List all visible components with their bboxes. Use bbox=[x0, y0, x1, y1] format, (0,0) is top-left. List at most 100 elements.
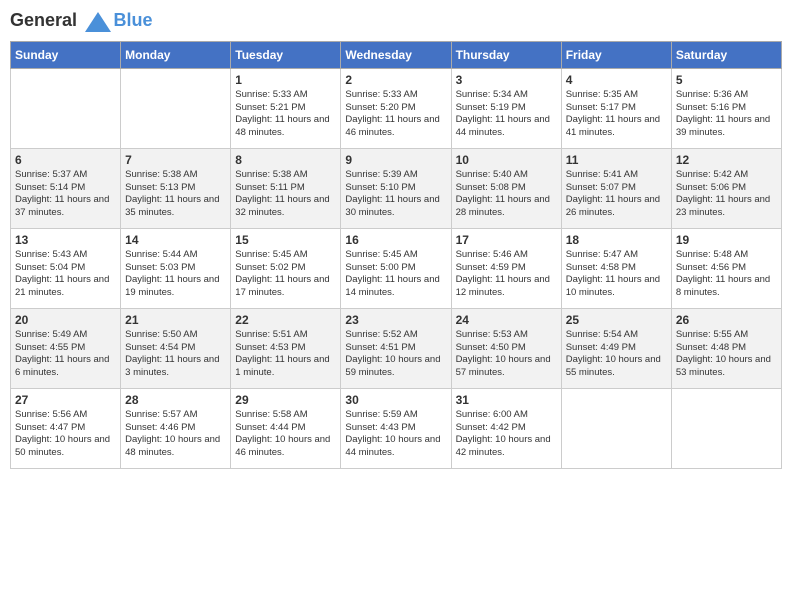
logo-triangle-icon bbox=[84, 11, 112, 33]
calendar-cell: 24 Sunrise: 5:53 AMSunset: 4:50 PMDayligh… bbox=[451, 308, 561, 388]
header-day-wednesday: Wednesday bbox=[341, 41, 451, 68]
cell-details: Sunrise: 5:54 AMSunset: 4:49 PMDaylight:… bbox=[566, 329, 667, 380]
calendar-cell: 17 Sunrise: 5:46 AMSunset: 4:59 PMDayligh… bbox=[451, 228, 561, 308]
cell-details: Sunrise: 5:45 AMSunset: 5:00 PMDaylight:… bbox=[345, 249, 446, 300]
calendar-cell: 14 Sunrise: 5:44 AMSunset: 5:03 PMDayligh… bbox=[121, 228, 231, 308]
day-number: 28 bbox=[125, 393, 226, 407]
day-number: 31 bbox=[456, 393, 557, 407]
day-number: 17 bbox=[456, 233, 557, 247]
day-number: 7 bbox=[125, 153, 226, 167]
header-day-tuesday: Tuesday bbox=[231, 41, 341, 68]
cell-details: Sunrise: 5:55 AMSunset: 4:48 PMDaylight:… bbox=[676, 329, 777, 380]
calendar-week-row: 1Sunrise: 5:33 AMSunset: 5:21 PMDaylight… bbox=[11, 68, 782, 148]
calendar-week-row: 20 Sunrise: 5:49 AMSunset: 4:55 PMDayligh… bbox=[11, 308, 782, 388]
calendar-cell: 12 Sunrise: 5:42 AMSunset: 5:06 PMDayligh… bbox=[671, 148, 781, 228]
cell-details: Sunrise: 5:37 AMSunset: 5:14 PMDaylight:… bbox=[15, 169, 116, 220]
calendar-cell: 28 Sunrise: 5:57 AMSunset: 4:46 PMDayligh… bbox=[121, 388, 231, 468]
day-number: 18 bbox=[566, 233, 667, 247]
header-day-thursday: Thursday bbox=[451, 41, 561, 68]
calendar-cell: 21 Sunrise: 5:50 AMSunset: 4:54 PMDayligh… bbox=[121, 308, 231, 388]
cell-details: Sunrise: 5:42 AMSunset: 5:06 PMDaylight:… bbox=[676, 169, 777, 220]
cell-details: Sunrise: 5:56 AMSunset: 4:47 PMDaylight:… bbox=[15, 409, 116, 460]
day-number: 2 bbox=[345, 73, 446, 87]
calendar-cell: 25 Sunrise: 5:54 AMSunset: 4:49 PMDayligh… bbox=[561, 308, 671, 388]
calendar-cell: 31 Sunrise: 6:00 AMSunset: 4:42 PMDayligh… bbox=[451, 388, 561, 468]
cell-details: Sunrise: 5:35 AMSunset: 5:17 PMDaylight:… bbox=[566, 89, 667, 140]
calendar-cell: 11Sunrise: 5:41 AMSunset: 5:07 PMDayligh… bbox=[561, 148, 671, 228]
day-number: 25 bbox=[566, 313, 667, 327]
cell-details: Sunrise: 5:50 AMSunset: 4:54 PMDaylight:… bbox=[125, 329, 226, 380]
day-number: 5 bbox=[676, 73, 777, 87]
day-number: 21 bbox=[125, 313, 226, 327]
cell-details: Sunrise: 5:46 AMSunset: 4:59 PMDaylight:… bbox=[456, 249, 557, 300]
day-number: 20 bbox=[15, 313, 116, 327]
day-number: 12 bbox=[676, 153, 777, 167]
cell-details: Sunrise: 5:39 AMSunset: 5:10 PMDaylight:… bbox=[345, 169, 446, 220]
calendar-cell: 15 Sunrise: 5:45 AMSunset: 5:02 PMDayligh… bbox=[231, 228, 341, 308]
header-day-friday: Friday bbox=[561, 41, 671, 68]
day-number: 30 bbox=[345, 393, 446, 407]
cell-details: Sunrise: 5:52 AMSunset: 4:51 PMDaylight:… bbox=[345, 329, 446, 380]
calendar-cell: 4 Sunrise: 5:35 AMSunset: 5:17 PMDaylight… bbox=[561, 68, 671, 148]
day-number: 24 bbox=[456, 313, 557, 327]
calendar-cell: 13 Sunrise: 5:43 AMSunset: 5:04 PMDayligh… bbox=[11, 228, 121, 308]
day-number: 29 bbox=[235, 393, 336, 407]
calendar-cell: 3 Sunrise: 5:34 AMSunset: 5:19 PMDaylight… bbox=[451, 68, 561, 148]
cell-details: Sunrise: 5:33 AMSunset: 5:21 PMDaylight:… bbox=[235, 89, 336, 140]
calendar-cell: 10Sunrise: 5:40 AMSunset: 5:08 PMDayligh… bbox=[451, 148, 561, 228]
calendar-cell: 22Sunrise: 5:51 AMSunset: 4:53 PMDayligh… bbox=[231, 308, 341, 388]
cell-details: Sunrise: 5:43 AMSunset: 5:04 PMDaylight:… bbox=[15, 249, 116, 300]
day-number: 11 bbox=[566, 153, 667, 167]
cell-details: Sunrise: 5:45 AMSunset: 5:02 PMDaylight:… bbox=[235, 249, 336, 300]
day-number: 23 bbox=[345, 313, 446, 327]
calendar-cell bbox=[121, 68, 231, 148]
day-number: 4 bbox=[566, 73, 667, 87]
day-number: 14 bbox=[125, 233, 226, 247]
day-number: 6 bbox=[15, 153, 116, 167]
calendar-cell bbox=[561, 388, 671, 468]
header-day-monday: Monday bbox=[121, 41, 231, 68]
cell-details: Sunrise: 5:38 AMSunset: 5:11 PMDaylight:… bbox=[235, 169, 336, 220]
logo: General Blue bbox=[10, 10, 153, 33]
cell-details: Sunrise: 5:48 AMSunset: 4:56 PMDaylight:… bbox=[676, 249, 777, 300]
cell-details: Sunrise: 6:00 AMSunset: 4:42 PMDaylight:… bbox=[456, 409, 557, 460]
day-number: 26 bbox=[676, 313, 777, 327]
header-day-sunday: Sunday bbox=[11, 41, 121, 68]
calendar-header-row: SundayMondayTuesdayWednesdayThursdayFrid… bbox=[11, 41, 782, 68]
cell-details: Sunrise: 5:53 AMSunset: 4:50 PMDaylight:… bbox=[456, 329, 557, 380]
calendar-week-row: 13 Sunrise: 5:43 AMSunset: 5:04 PMDayligh… bbox=[11, 228, 782, 308]
header-day-saturday: Saturday bbox=[671, 41, 781, 68]
calendar-cell: 5Sunrise: 5:36 AMSunset: 5:16 PMDaylight… bbox=[671, 68, 781, 148]
calendar-week-row: 6 Sunrise: 5:37 AMSunset: 5:14 PMDaylight… bbox=[11, 148, 782, 228]
day-number: 19 bbox=[676, 233, 777, 247]
cell-details: Sunrise: 5:44 AMSunset: 5:03 PMDaylight:… bbox=[125, 249, 226, 300]
page-header: General Blue bbox=[10, 10, 782, 33]
cell-details: Sunrise: 5:58 AMSunset: 4:44 PMDaylight:… bbox=[235, 409, 336, 460]
cell-details: Sunrise: 5:38 AMSunset: 5:13 PMDaylight:… bbox=[125, 169, 226, 220]
calendar-cell: 2Sunrise: 5:33 AMSunset: 5:20 PMDaylight… bbox=[341, 68, 451, 148]
calendar-cell bbox=[671, 388, 781, 468]
calendar-cell: 23 Sunrise: 5:52 AMSunset: 4:51 PMDayligh… bbox=[341, 308, 451, 388]
calendar-cell: 9 Sunrise: 5:39 AMSunset: 5:10 PMDaylight… bbox=[341, 148, 451, 228]
day-number: 15 bbox=[235, 233, 336, 247]
calendar-cell: 8Sunrise: 5:38 AMSunset: 5:11 PMDaylight… bbox=[231, 148, 341, 228]
day-number: 13 bbox=[15, 233, 116, 247]
calendar-cell: 16Sunrise: 5:45 AMSunset: 5:00 PMDayligh… bbox=[341, 228, 451, 308]
calendar-cell: 6 Sunrise: 5:37 AMSunset: 5:14 PMDaylight… bbox=[11, 148, 121, 228]
calendar-cell: 7 Sunrise: 5:38 AMSunset: 5:13 PMDaylight… bbox=[121, 148, 231, 228]
cell-details: Sunrise: 5:34 AMSunset: 5:19 PMDaylight:… bbox=[456, 89, 557, 140]
cell-details: Sunrise: 5:49 AMSunset: 4:55 PMDaylight:… bbox=[15, 329, 116, 380]
calendar-cell bbox=[11, 68, 121, 148]
calendar-cell: 30 Sunrise: 5:59 AMSunset: 4:43 PMDayligh… bbox=[341, 388, 451, 468]
cell-details: Sunrise: 5:57 AMSunset: 4:46 PMDaylight:… bbox=[125, 409, 226, 460]
calendar-cell: 18Sunrise: 5:47 AMSunset: 4:58 PMDayligh… bbox=[561, 228, 671, 308]
calendar-cell: 1Sunrise: 5:33 AMSunset: 5:21 PMDaylight… bbox=[231, 68, 341, 148]
day-number: 3 bbox=[456, 73, 557, 87]
day-number: 27 bbox=[15, 393, 116, 407]
calendar-cell: 19 Sunrise: 5:48 AMSunset: 4:56 PMDayligh… bbox=[671, 228, 781, 308]
day-number: 9 bbox=[345, 153, 446, 167]
calendar-cell: 27 Sunrise: 5:56 AMSunset: 4:47 PMDayligh… bbox=[11, 388, 121, 468]
calendar-week-row: 27 Sunrise: 5:56 AMSunset: 4:47 PMDayligh… bbox=[11, 388, 782, 468]
cell-details: Sunrise: 5:59 AMSunset: 4:43 PMDaylight:… bbox=[345, 409, 446, 460]
cell-details: Sunrise: 5:51 AMSunset: 4:53 PMDaylight:… bbox=[235, 329, 336, 380]
